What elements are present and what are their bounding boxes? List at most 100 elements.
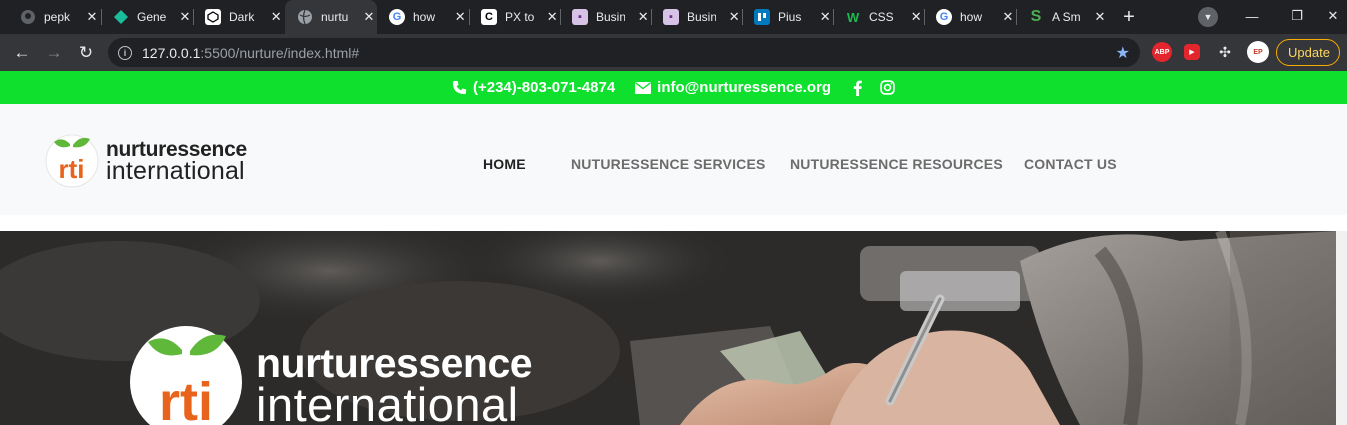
- tab-title: how: [413, 10, 436, 24]
- close-icon[interactable]: ✕: [1000, 9, 1016, 25]
- logo-monogram: rti: [159, 372, 213, 425]
- business-icon: ▪: [572, 9, 588, 25]
- browser-tab[interactable]: G how ✕: [377, 0, 468, 34]
- restore-button[interactable]: ❐: [1274, 0, 1320, 32]
- tab-title: pepk: [44, 10, 71, 24]
- close-icon[interactable]: ✕: [1092, 9, 1108, 25]
- plus-icon: +: [1123, 5, 1135, 28]
- google-icon: G: [389, 9, 405, 25]
- tab-title: Busin: [687, 10, 717, 24]
- diamond-icon: [113, 9, 129, 25]
- instagram-icon[interactable]: [880, 80, 895, 95]
- address-bar[interactable]: i 127.0.0.1:5500/nurture/index.html# ★: [108, 38, 1140, 67]
- browser-tab[interactable]: W CSS ✕: [833, 0, 924, 34]
- tab-title: Dark: [229, 10, 255, 24]
- browser-toolbar: ← → ↻ i 127.0.0.1:5500/nurture/index.htm…: [0, 34, 1347, 71]
- chevron-down-icon: ▼: [1203, 12, 1213, 22]
- tab-title: Pius: [778, 10, 802, 24]
- nav-item-home[interactable]: HOME: [483, 156, 526, 172]
- close-icon[interactable]: ✕: [177, 9, 193, 25]
- back-button[interactable]: ←: [8, 39, 36, 67]
- c-logo-icon: C: [481, 9, 497, 25]
- browser-tab-active[interactable]: nurtu ✕: [285, 0, 377, 34]
- trello-icon: [754, 9, 770, 25]
- hero-logo-wordmark: nurturessence international: [256, 324, 533, 425]
- phone-number: (+234)-803-071-4874: [472, 79, 616, 96]
- header-spacer: [0, 215, 1347, 231]
- browser-tab[interactable]: Pius ✕: [742, 0, 833, 34]
- update-button[interactable]: Update: [1276, 39, 1340, 66]
- hero-banner: rti nurturessence international: [0, 231, 1336, 425]
- phone-icon: [452, 80, 467, 95]
- github-icon: [20, 9, 36, 25]
- close-icon[interactable]: ✕: [726, 9, 742, 25]
- email-contact[interactable]: info@nurturessence.org: [635, 79, 831, 96]
- info-icon[interactable]: i: [118, 45, 132, 60]
- browser-tab[interactable]: Dark ✕: [193, 0, 284, 34]
- close-icon[interactable]: ✕: [817, 9, 833, 25]
- rti-logo-emblem: rti: [130, 326, 242, 425]
- tab-title: nurtu: [321, 10, 349, 24]
- phone-contact[interactable]: (+234)-803-071-4874: [452, 79, 615, 96]
- tab-title: PX to: [505, 10, 535, 24]
- url-path: :5500/nurture/index.html#: [200, 44, 360, 61]
- tab-title: how: [960, 10, 983, 24]
- close-icon[interactable]: ✕: [635, 9, 651, 25]
- business-icon: ▪: [663, 9, 679, 25]
- browser-tab[interactable]: Gene ✕: [101, 0, 193, 34]
- globe-icon: [297, 9, 313, 25]
- bookmark-star-icon[interactable]: ★: [1116, 43, 1130, 63]
- reload-button[interactable]: ↻: [72, 39, 100, 67]
- hero-logo: rti nurturessence international: [128, 324, 533, 425]
- contact-top-bar: (+234)-803-071-4874 info@nurturessence.o…: [0, 71, 1347, 104]
- puzzle-icon[interactable]: ✣: [1215, 42, 1235, 62]
- close-icon[interactable]: ✕: [84, 9, 100, 25]
- restore-icon: ❐: [1291, 8, 1303, 23]
- minimize-icon: —: [1245, 8, 1259, 24]
- envelope-icon: [635, 81, 652, 94]
- url-text[interactable]: 127.0.0.1:5500/nurture/index.html#: [142, 45, 359, 61]
- nav-item-services[interactable]: NUTURESSENCE SERVICES: [571, 156, 766, 172]
- browser-tab[interactable]: pepk ✕: [8, 0, 100, 34]
- tab-title: Gene: [137, 10, 167, 24]
- main-nav: HOME NUTURESSENCE SERVICES NUTURESSENCE …: [0, 104, 1347, 215]
- tab-title: A Sm: [1052, 10, 1081, 24]
- new-tab-button[interactable]: +: [1117, 5, 1141, 29]
- url-host: 127.0.0.1: [142, 44, 201, 61]
- browser-tab[interactable]: G how ✕: [924, 0, 1016, 34]
- arrow-left-icon: ←: [13, 43, 31, 62]
- browser-tab[interactable]: ▪ Busin ✕: [651, 0, 742, 34]
- browser-tab-strip: pepk ✕ Gene ✕ Dark ✕ nurtu ✕ G how ✕ C P…: [0, 0, 1347, 34]
- s-logo-icon: S: [1030, 8, 1042, 25]
- codepen-icon: [205, 9, 221, 25]
- w-logo-icon: W: [846, 9, 860, 25]
- browser-tab[interactable]: C PX to ✕: [469, 0, 560, 34]
- tab-search-button[interactable]: ▼: [1198, 7, 1218, 27]
- close-window-button[interactable]: ✕: [1319, 0, 1347, 32]
- email-address: info@nurturessence.org: [657, 79, 831, 96]
- close-icon[interactable]: ✕: [268, 9, 284, 25]
- tab-title: Busin: [596, 10, 626, 24]
- site-header: rti nurturessence international HOME NUT…: [0, 104, 1347, 215]
- close-icon[interactable]: ✕: [908, 9, 924, 25]
- browser-tab[interactable]: S A Sm ✕: [1016, 0, 1108, 34]
- browser-tab[interactable]: ▪ Busin ✕: [560, 0, 651, 34]
- hero-logo-line-2: international: [256, 378, 519, 425]
- nav-item-contact[interactable]: CONTACT US: [1024, 156, 1117, 172]
- facebook-icon[interactable]: [853, 80, 862, 96]
- reload-icon: ↻: [78, 43, 94, 62]
- adblock-extension-icon[interactable]: ABP: [1152, 42, 1172, 62]
- page-scrollbar[interactable]: [1336, 231, 1347, 425]
- google-icon: G: [936, 9, 952, 25]
- profile-avatar[interactable]: EP: [1247, 41, 1269, 63]
- close-icon: ✕: [1327, 8, 1339, 23]
- arrow-right-icon: →: [45, 43, 63, 62]
- minimize-button[interactable]: —: [1229, 0, 1275, 32]
- close-icon[interactable]: ✕: [544, 9, 560, 25]
- tab-title: CSS: [869, 10, 894, 24]
- video-extension-icon[interactable]: ▶: [1184, 44, 1200, 60]
- nav-item-resources[interactable]: NUTURESSENCE RESOURCES: [790, 156, 1003, 172]
- close-icon[interactable]: ✕: [452, 9, 468, 25]
- close-icon[interactable]: ✕: [361, 9, 377, 25]
- forward-button[interactable]: →: [40, 39, 68, 67]
